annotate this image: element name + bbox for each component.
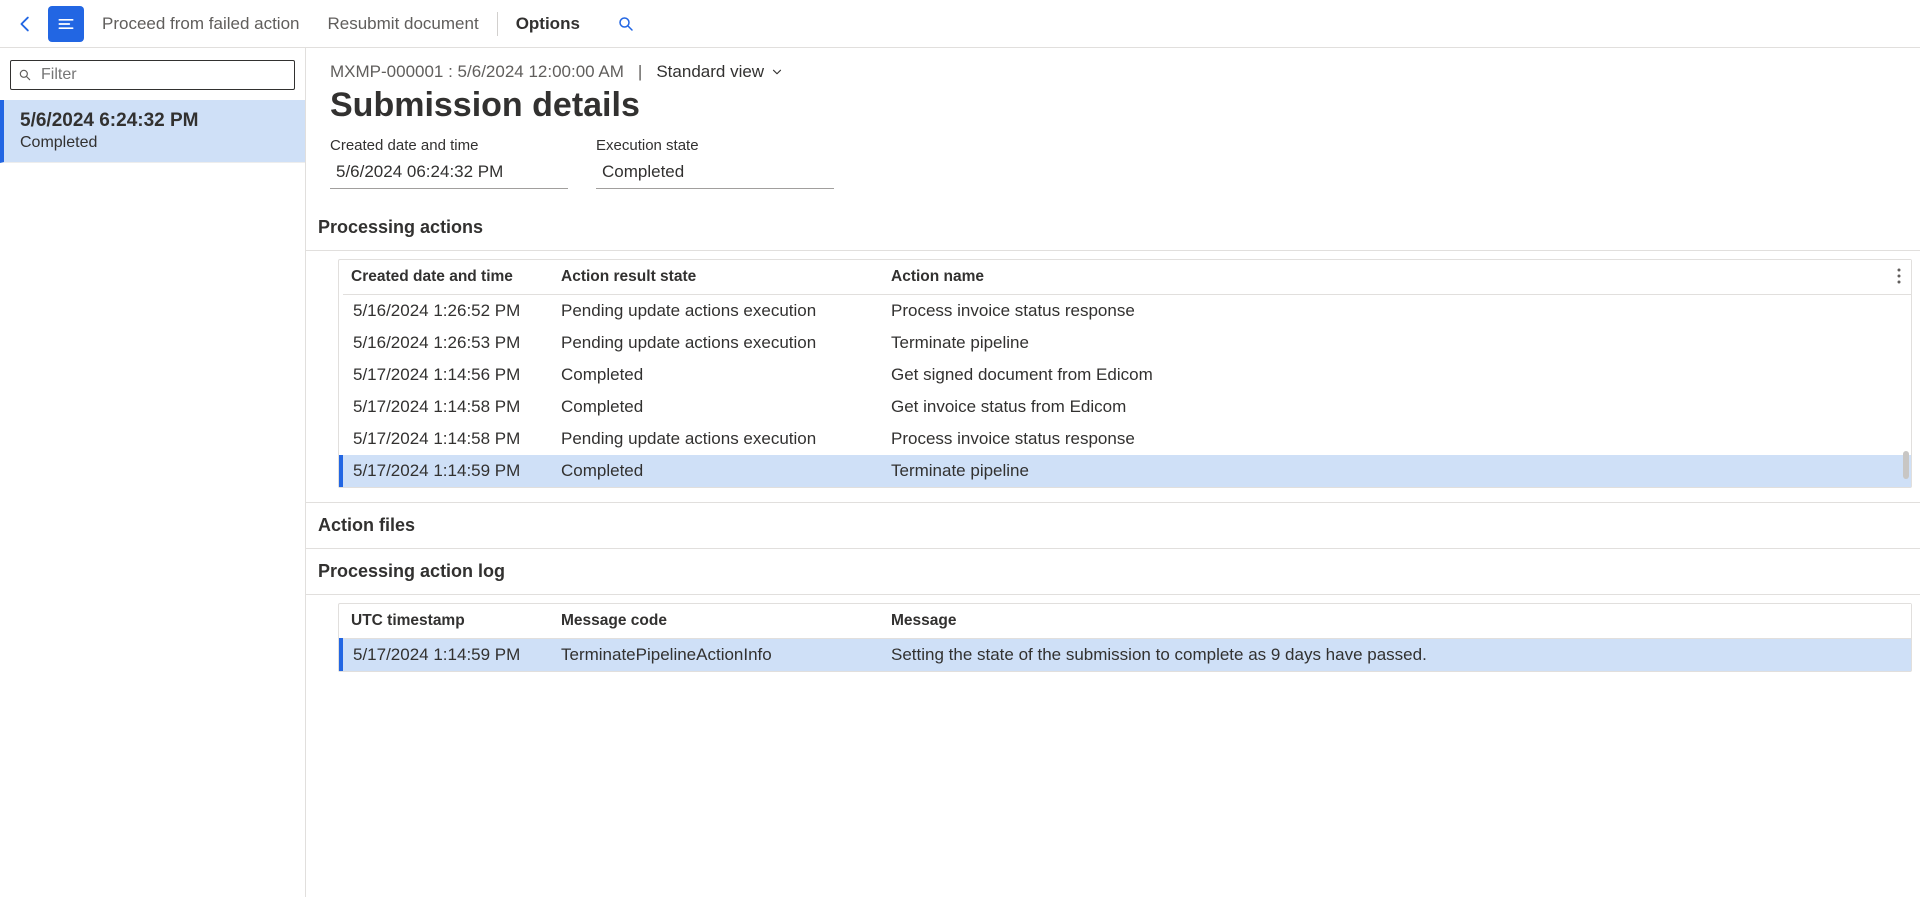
sidebar-item-title: 5/6/2024 6:24:32 PM xyxy=(20,110,289,132)
cell-state: Pending update actions execution xyxy=(551,327,881,359)
table-row[interactable]: 5/17/2024 1:14:56 PMCompletedGet signed … xyxy=(341,359,1911,391)
col-created[interactable]: Created date and time xyxy=(341,260,551,295)
state-value[interactable]: Completed xyxy=(596,158,834,189)
col-state[interactable]: Action result state xyxy=(551,260,881,295)
sidebar-item[interactable]: 5/6/2024 6:24:32 PM Completed xyxy=(0,100,305,163)
cell-date: 5/16/2024 1:26:53 PM xyxy=(341,327,551,359)
col-name[interactable]: Action name xyxy=(881,260,1911,295)
view-dropdown[interactable]: Standard view xyxy=(656,62,784,82)
cell-name: Get signed document from Edicom xyxy=(881,359,1911,391)
cell-date: 5/17/2024 1:14:59 PM xyxy=(341,455,551,487)
cell-name: Get invoice status from Edicom xyxy=(881,391,1911,423)
filter-search-icon xyxy=(18,68,32,82)
cell-date: 5/17/2024 1:14:58 PM xyxy=(341,391,551,423)
state-label: Execution state xyxy=(596,137,834,154)
sidebar-item-sub: Completed xyxy=(20,134,289,152)
cell-code: TerminatePipelineActionInfo xyxy=(551,639,881,672)
created-label: Created date and time xyxy=(330,137,568,154)
cell-state: Completed xyxy=(551,359,881,391)
table-row[interactable]: 5/17/2024 1:14:58 PMPending update actio… xyxy=(341,423,1911,455)
cell-name: Process invoice status response xyxy=(881,295,1911,328)
filter-input[interactable] xyxy=(10,60,295,90)
cell-msg: Setting the state of the submission to c… xyxy=(881,639,1911,672)
cell-ts: 5/17/2024 1:14:59 PM xyxy=(341,639,551,672)
search-icon[interactable] xyxy=(608,6,644,42)
table-row[interactable]: 5/17/2024 1:14:59 PMCompletedTerminate p… xyxy=(341,455,1911,487)
cell-state: Pending update actions execution xyxy=(551,295,881,328)
record-id: MXMP-000001 : 5/6/2024 12:00:00 AM xyxy=(330,62,624,82)
cell-name: Terminate pipeline xyxy=(881,455,1911,487)
cell-date: 5/17/2024 1:14:56 PM xyxy=(341,359,551,391)
lines-icon[interactable] xyxy=(48,6,84,42)
sidebar: 5/6/2024 6:24:32 PM Completed xyxy=(0,48,306,897)
back-button[interactable] xyxy=(8,6,44,42)
table-row[interactable]: 5/16/2024 1:26:53 PMPending update actio… xyxy=(341,327,1911,359)
cell-date: 5/17/2024 1:14:58 PM xyxy=(341,423,551,455)
grid-more-icon[interactable] xyxy=(1897,268,1901,284)
cell-date: 5/16/2024 1:26:52 PM xyxy=(341,295,551,328)
table-row[interactable]: 5/16/2024 1:26:52 PMPending update actio… xyxy=(341,295,1911,328)
processing-actions-header[interactable]: Processing actions xyxy=(306,205,1920,251)
cell-name: Process invoice status response xyxy=(881,423,1911,455)
created-value[interactable]: 5/6/2024 06:24:32 PM xyxy=(330,158,568,189)
processing-actions-grid: Created date and time Action result stat… xyxy=(338,259,1912,488)
col-ts[interactable]: UTC timestamp xyxy=(341,604,551,639)
table-row[interactable]: 5/17/2024 1:14:59 PMTerminatePipelineAct… xyxy=(341,639,1911,672)
cell-name: Terminate pipeline xyxy=(881,327,1911,359)
toolbar-cmd[interactable]: Resubmit document xyxy=(314,6,493,42)
chevron-down-icon xyxy=(770,65,784,79)
cell-state: Completed xyxy=(551,455,881,487)
col-msg[interactable]: Message xyxy=(881,604,1911,639)
processing-log-grid: UTC timestamp Message code Message 5/17/… xyxy=(338,603,1912,672)
col-code[interactable]: Message code xyxy=(551,604,881,639)
toolbar-cmd[interactable]: Options xyxy=(502,6,594,42)
page-title: Submission details xyxy=(330,86,1920,125)
toolbar-cmd[interactable]: Proceed from failed action xyxy=(88,6,314,42)
breadcrumb-sep: | xyxy=(638,62,642,82)
scrollbar-thumb[interactable] xyxy=(1903,451,1909,479)
detail-pane: MXMP-000001 : 5/6/2024 12:00:00 AM | Sta… xyxy=(306,48,1920,897)
toolbar-separator xyxy=(497,12,498,36)
table-row[interactable]: 5/17/2024 1:14:58 PMCompletedGet invoice… xyxy=(341,391,1911,423)
cell-state: Completed xyxy=(551,391,881,423)
processing-log-header[interactable]: Processing action log xyxy=(306,549,1920,595)
toolbar: Proceed from failed actionResubmit docum… xyxy=(0,0,1920,48)
action-files-header[interactable]: Action files xyxy=(306,502,1920,549)
cell-state: Pending update actions execution xyxy=(551,423,881,455)
view-label: Standard view xyxy=(656,62,764,82)
